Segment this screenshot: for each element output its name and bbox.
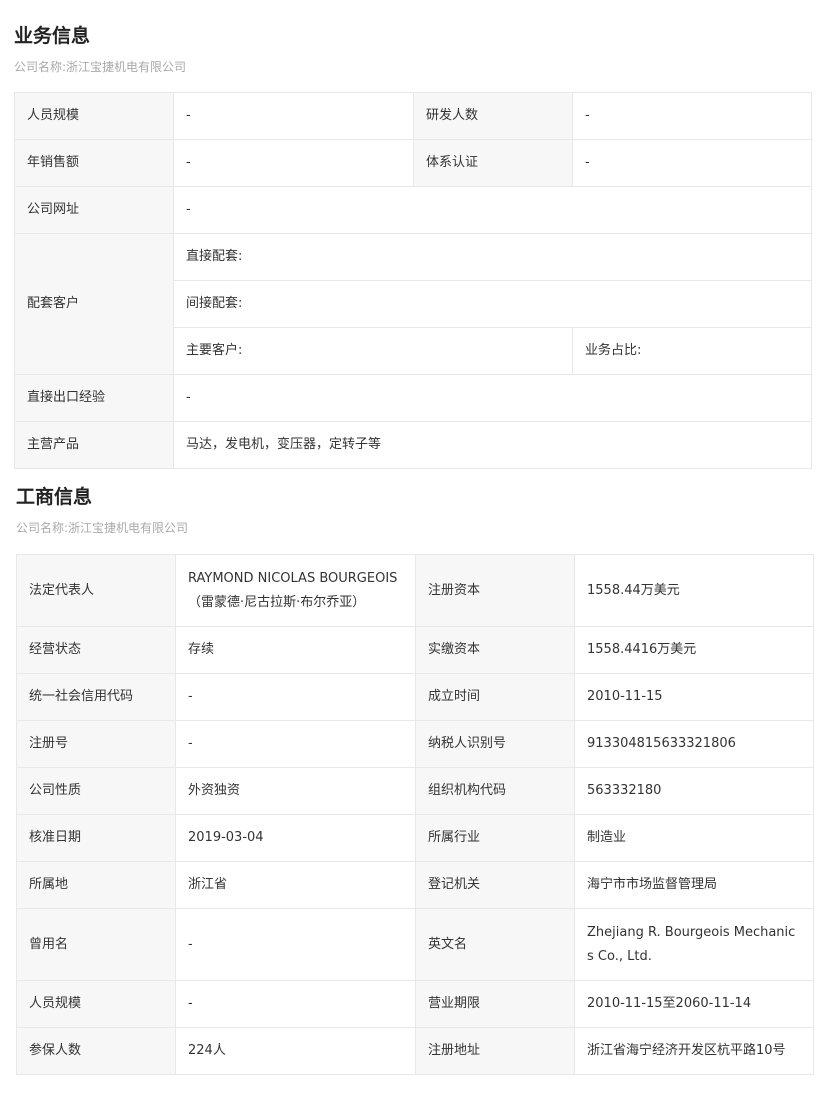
org-code-label: 组织机构代码: [415, 767, 575, 815]
export-experience-label: 直接出口经验: [14, 374, 174, 422]
business-info-table: 人员规模 - 研发人数 - 年销售额 - 体系认证 - 公司网址 - 配套客户 …: [14, 92, 812, 469]
paid-capital-label: 实缴资本: [415, 626, 575, 674]
direct-supply-label: 直接配套:: [173, 233, 812, 281]
annual-sales-label: 年销售额: [14, 139, 174, 187]
table-row: 参保人数 224人 注册地址 浙江省海宁经济开发区杭平路10号: [16, 1027, 814, 1075]
main-products-label: 主营产品: [14, 421, 174, 469]
business-section-title: 业务信息: [14, 25, 91, 47]
staff-size-label: 人员规模: [16, 980, 176, 1028]
table-row: 人员规模 - 营业期限 2010-11-15至2060-11-14: [16, 980, 814, 1028]
org-code-value: 563332180: [574, 767, 814, 815]
registration-number-label: 注册号: [16, 720, 176, 768]
main-customer-label: 主要客户:: [173, 327, 573, 375]
staff-size-value: -: [175, 980, 416, 1028]
staff-size-label: 人员规模: [14, 92, 174, 140]
business-term-value: 2010-11-15至2060-11-14: [574, 980, 814, 1028]
rd-staff-value: -: [572, 92, 812, 140]
insured-count-label: 参保人数: [16, 1027, 176, 1075]
certification-label: 体系认证: [413, 139, 573, 187]
legal-rep-label: 法定代表人: [16, 554, 176, 627]
location-value: 浙江省: [175, 861, 416, 909]
table-row: 所属地 浙江省 登记机关 海宁市市场监督管理局: [16, 861, 814, 909]
registration-company-name: 公司名称:浙江宝捷机电有限公司: [16, 521, 189, 535]
customers-label: 配套客户: [14, 233, 174, 375]
established-date-label: 成立时间: [415, 673, 575, 721]
table-row: 公司性质 外资独资 组织机构代码 563332180: [16, 767, 814, 815]
credit-code-value: -: [175, 673, 416, 721]
table-row: 法定代表人 RAYMOND NICOLAS BOURGEOIS（雷蒙德·尼古拉斯…: [16, 554, 814, 627]
table-row: 经营状态 存续 实缴资本 1558.4416万美元: [16, 626, 814, 674]
established-date-value: 2010-11-15: [574, 673, 814, 721]
table-row: 核准日期 2019-03-04 所属行业 制造业: [16, 814, 814, 862]
insured-count-value: 224人: [175, 1027, 416, 1075]
registration-number-value: -: [175, 720, 416, 768]
business-status-label: 经营状态: [16, 626, 176, 674]
credit-code-label: 统一社会信用代码: [16, 673, 176, 721]
website-value: -: [173, 186, 812, 234]
taxpayer-id-value: 913304815633321806: [574, 720, 814, 768]
company-type-value: 外资独资: [175, 767, 416, 815]
registered-capital-label: 注册资本: [415, 554, 575, 627]
registration-authority-value: 海宁市市场监督管理局: [574, 861, 814, 909]
registration-info-table: 法定代表人 RAYMOND NICOLAS BOURGEOIS（雷蒙德·尼古拉斯…: [16, 554, 814, 1075]
business-term-label: 营业期限: [415, 980, 575, 1028]
registered-address-value: 浙江省海宁经济开发区杭平路10号: [574, 1027, 814, 1075]
certification-value: -: [572, 139, 812, 187]
business-status-value: 存续: [175, 626, 416, 674]
table-row: 年销售额 - 体系认证 -: [14, 139, 812, 187]
table-row: 配套客户 直接配套:: [14, 233, 812, 375]
table-row: 人员规模 - 研发人数 -: [14, 92, 812, 140]
paid-capital-value: 1558.4416万美元: [574, 626, 814, 674]
former-name-value: -: [175, 908, 416, 981]
annual-sales-value: -: [173, 139, 414, 187]
english-name-value: Zhejiang R. Bourgeois Mechanics Co., Ltd…: [574, 908, 814, 981]
business-company-name: 公司名称:浙江宝捷机电有限公司: [14, 60, 187, 74]
industry-value: 制造业: [574, 814, 814, 862]
registered-address-label: 注册地址: [415, 1027, 575, 1075]
indirect-supply-label: 间接配套:: [173, 280, 812, 328]
table-row: 注册号 - 纳税人识别号 913304815633321806: [16, 720, 814, 768]
location-label: 所属地: [16, 861, 176, 909]
table-row: 公司网址 -: [14, 186, 812, 234]
table-row: 曾用名 - 英文名 Zhejiang R. Bourgeois Mechanic…: [16, 908, 814, 981]
website-label: 公司网址: [14, 186, 174, 234]
legal-rep-value: RAYMOND NICOLAS BOURGEOIS（雷蒙德·尼古拉斯·布尔乔亚）: [175, 554, 416, 627]
main-products-value: 马达，发电机，变压器，定转子等: [173, 421, 812, 469]
business-share-label: 业务占比:: [572, 327, 812, 375]
registration-authority-label: 登记机关: [415, 861, 575, 909]
registration-section-title: 工商信息: [16, 486, 93, 508]
approval-date-value: 2019-03-04: [175, 814, 416, 862]
company-type-label: 公司性质: [16, 767, 176, 815]
rd-staff-label: 研发人数: [413, 92, 573, 140]
registered-capital-value: 1558.44万美元: [574, 554, 814, 627]
staff-size-value: -: [173, 92, 414, 140]
former-name-label: 曾用名: [16, 908, 176, 981]
approval-date-label: 核准日期: [16, 814, 176, 862]
english-name-label: 英文名: [415, 908, 575, 981]
export-experience-value: -: [173, 374, 812, 422]
industry-label: 所属行业: [415, 814, 575, 862]
table-row: 主营产品 马达，发电机，变压器，定转子等: [14, 421, 812, 469]
taxpayer-id-label: 纳税人识别号: [415, 720, 575, 768]
table-row: 统一社会信用代码 - 成立时间 2010-11-15: [16, 673, 814, 721]
table-row: 直接出口经验 -: [14, 374, 812, 422]
